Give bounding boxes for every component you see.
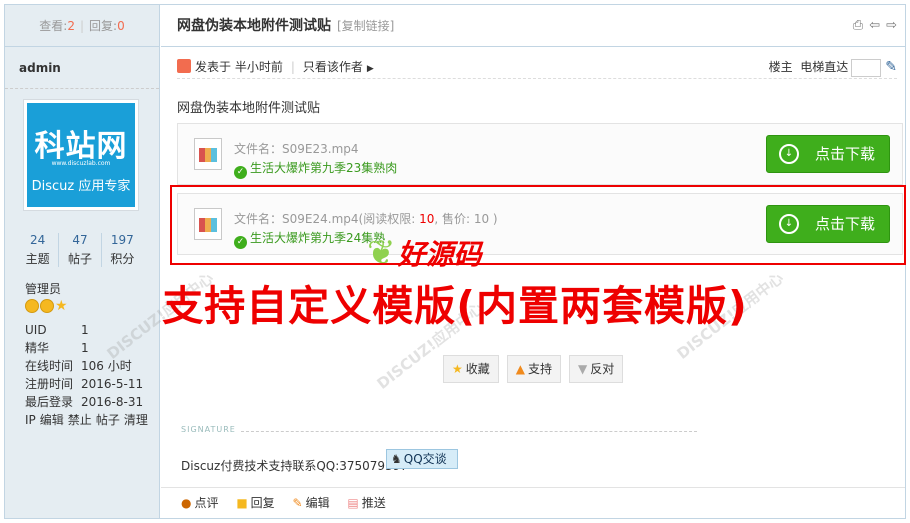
pencil-icon: ✎: [292, 496, 303, 510]
penguin-icon: ♞: [391, 452, 402, 466]
attachment-filename: 文件名：S09E23.mp4: [234, 142, 359, 156]
go-floor-icon[interactable]: ✎: [885, 59, 897, 75]
post-body-text: 网盘伪装本地附件测试贴: [177, 101, 321, 116]
only-author-link[interactable]: 只看该作者: [303, 60, 363, 74]
avatar-brand-text: Discuz 应用专家: [31, 179, 131, 194]
replies-count: 0: [117, 19, 125, 33]
stats-bar: 查看:2 | 回复:0: [5, 5, 160, 47]
promo-banner: 支持自定义模版(内置两套模版): [162, 282, 748, 330]
signature-divider: [241, 431, 697, 432]
views-label: 查看:: [39, 19, 68, 33]
next-thread-icon[interactable]: ⇨: [886, 5, 897, 47]
push-icon: ▤: [347, 496, 359, 510]
post-time: 发表于 半小时前: [195, 60, 283, 74]
support-button[interactable]: ▲ 支持: [506, 355, 562, 383]
highlight-box: [170, 185, 906, 265]
signature-text: Discuz付费技术支持联系QQ:375079397: [181, 459, 408, 473]
attachment-item: 文件名：S09E23.mp4 ✓ 生活大爆炸第九季23集熟肉 ↓ 点击下载: [177, 123, 903, 185]
post-meta: 发表于 半小时前 | 只看该作者 ▶ 楼主 电梯直达 ✎: [177, 55, 897, 79]
jump-label: 电梯直达: [800, 60, 849, 74]
arrow-right-icon: ▶: [366, 64, 374, 74]
replies-label: 回复:: [89, 19, 118, 33]
reply-icon: ■: [236, 496, 248, 510]
post-bottom-bar: ● 点评 ■ 回复 ✎ 编辑 ▤ 推送: [161, 487, 905, 518]
prev-thread-icon[interactable]: ⇦: [869, 5, 880, 47]
views-count: 2: [67, 19, 75, 33]
thumb-down-icon: ▼: [578, 362, 588, 376]
thread-title-bar: 网盘伪装本地附件测试贴 [复制链接] ⎙ ⇦ ⇨: [161, 5, 905, 47]
qq-chat-button[interactable]: ♞ QQ交谈: [386, 449, 458, 469]
floor-jump-input[interactable]: [851, 58, 882, 77]
reply-button[interactable]: ■ 回复: [236, 496, 274, 510]
admin-link-ip[interactable]: IP: [25, 413, 36, 427]
title-tools: ⎙ ⇦ ⇨: [853, 5, 897, 47]
push-button[interactable]: ▤ 推送: [347, 496, 385, 510]
favorite-button[interactable]: ★ 收藏: [443, 355, 499, 383]
signature-label: SIGNATURE: [181, 425, 236, 434]
admin-link-edit[interactable]: 编辑: [40, 413, 64, 427]
admin-link-posts[interactable]: 帖子: [96, 413, 120, 427]
meta-right: 楼主 电梯直达 ✎: [769, 55, 897, 79]
admin-link-ban[interactable]: 禁止: [68, 413, 92, 427]
attachment-description: ✓ 生活大爆炸第九季23集熟肉: [234, 159, 397, 179]
online-status-icon: [177, 59, 191, 73]
comment-button[interactable]: ● 点评: [181, 496, 219, 510]
print-icon[interactable]: ⎙: [853, 5, 863, 47]
post-actions: ★ 收藏 ▲ 支持 ▼ 反对: [443, 355, 624, 383]
admin-link-clean[interactable]: 清理: [124, 413, 148, 427]
count-credits[interactable]: 197 积分: [102, 233, 143, 267]
author-name[interactable]: admin: [5, 47, 159, 89]
info-row: 最后登录 2016-8-31: [25, 395, 144, 409]
author-counts: 24 主题 47 帖子 197 积分: [17, 233, 143, 267]
avatar-logo-text: 科站网: [34, 129, 128, 164]
thumb-up-icon: ▲: [515, 362, 526, 376]
download-button[interactable]: ↓ 点击下载: [766, 135, 890, 173]
oppose-button[interactable]: ▼ 反对: [569, 355, 624, 383]
comment-icon: ●: [181, 496, 192, 510]
count-threads[interactable]: 24 主题: [17, 233, 60, 267]
thread-title: 网盘伪装本地附件测试贴: [177, 18, 331, 34]
count-posts[interactable]: 47 帖子: [59, 233, 102, 267]
avatar-url-text: www.discuzlab.com: [51, 160, 111, 167]
edit-button[interactable]: ✎ 编辑: [293, 496, 330, 510]
copy-link[interactable]: [复制链接]: [337, 19, 394, 33]
star-icon: ★: [452, 362, 463, 376]
admin-links: IP 编辑 禁止 帖子 清理: [25, 411, 152, 428]
download-icon: ↓: [779, 144, 799, 164]
info-row: 在线时间 106 小时: [25, 359, 132, 373]
info-row: 注册时间 2016-5-11: [25, 377, 144, 391]
check-circle-icon: ✓: [234, 166, 247, 179]
avatar[interactable]: 科站网 www.discuzlab.com Discuz 应用专家: [23, 99, 139, 211]
archive-file-icon: [194, 138, 222, 170]
floor-label: 楼主: [768, 60, 793, 74]
